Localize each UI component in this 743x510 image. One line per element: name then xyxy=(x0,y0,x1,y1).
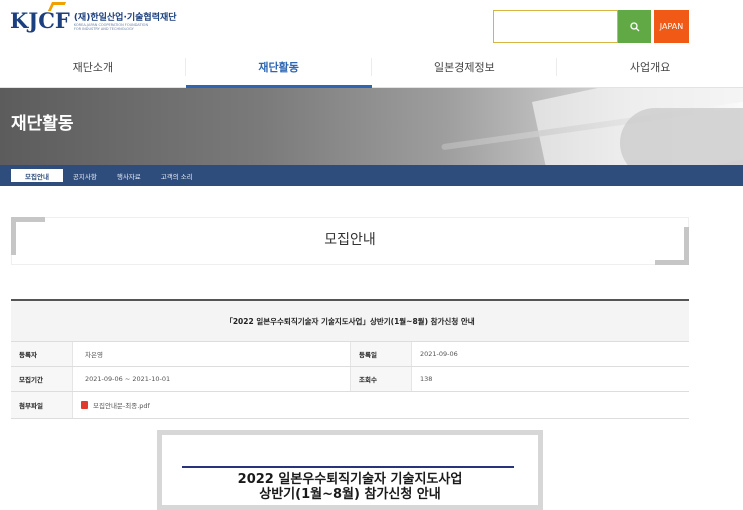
japan-language-button[interactable]: JAPAN xyxy=(654,10,689,43)
date-value: 2021-09-06 xyxy=(420,350,458,358)
pdf-file-icon xyxy=(81,401,88,409)
views-value: 138 xyxy=(420,375,433,383)
sub-nav: 모집안내 공지사항 행사자료 고객의 소리 xyxy=(0,165,743,186)
section-banner: 재단활동 xyxy=(0,88,743,165)
nav-item-japan-economy[interactable]: 일본경제정보 xyxy=(372,46,558,87)
logo-english-name-2: FOR INDUSTRY AND TECHNOLOGY xyxy=(73,27,134,31)
search-button[interactable] xyxy=(618,10,651,43)
logo-text: (재)한일산업·기술협력재단 KOREA-JAPAN COOPERATION F… xyxy=(74,10,177,31)
attachment-label: 첨부파일 xyxy=(11,392,73,418)
site-header: KJCF (재)한일산업·기술협력재단 KOREA-JAPAN COOPERAT… xyxy=(0,0,743,46)
author-value: 차은영 xyxy=(85,351,103,359)
main-nav: 재단소개 재단활동 일본경제정보 사업개요 xyxy=(0,46,743,88)
sub-nav-recruitment[interactable]: 모집안내 xyxy=(11,169,63,182)
table-row: 모집기간 2021-09-06 ~ 2021-10-01 조회수 138 xyxy=(11,367,689,392)
page-title-box: 모집안내 xyxy=(11,217,689,265)
table-row: 첨부파일 모집안내문-최종.pdf xyxy=(11,392,689,419)
date-label: 등록일 xyxy=(350,342,412,366)
banner-hand-image xyxy=(620,108,743,165)
views-label: 조회수 xyxy=(350,367,412,391)
post-title: 「2022 일본우수퇴직기술자 기술지도사업」상반기(1월~8월) 참가신청 안… xyxy=(11,301,689,342)
page-title: 모집안내 xyxy=(324,232,376,248)
post-detail-table: 「2022 일본우수퇴직기술자 기술지도사업」상반기(1월~8월) 참가신청 안… xyxy=(11,299,689,419)
author-label: 등록자 xyxy=(11,342,73,366)
attachment-value: 모집안내문-최종.pdf xyxy=(73,392,689,418)
period-value: 2021-09-06 ~ 2021-10-01 xyxy=(85,375,171,383)
sub-nav-customer-voice[interactable]: 고객의 소리 xyxy=(151,165,203,186)
period-label: 모집기간 xyxy=(11,367,73,391)
attachment-link[interactable]: 모집안내문-최종.pdf xyxy=(93,400,150,410)
logo-korean-name: (재)한일산업·기술협력재단 xyxy=(73,13,177,23)
search-input[interactable] xyxy=(493,10,618,43)
sub-nav-notices[interactable]: 공지사항 xyxy=(63,165,107,186)
banner-title: 재단활동 xyxy=(11,114,74,134)
search-icon xyxy=(629,21,639,31)
nav-item-about[interactable]: 재단소개 xyxy=(0,46,186,87)
attachment-preview: 2022 일본우수퇴직기술자 기술지도사업 상반기(1월~8월) 참가신청 안내 xyxy=(157,430,543,510)
logo-mark: KJCF xyxy=(10,2,70,33)
site-logo[interactable]: KJCF (재)한일산업·기술협력재단 KOREA-JAPAN COOPERAT… xyxy=(10,2,177,33)
sub-nav-event-materials[interactable]: 행사자료 xyxy=(107,165,151,186)
poster-title-line-2: 상반기(1월~8월) 참가신청 안내 xyxy=(259,487,441,502)
table-row: 등록자 차은영 등록일 2021-09-06 xyxy=(11,342,689,367)
logo-mark-text: KJCF xyxy=(10,8,70,33)
nav-item-business[interactable]: 사업개요 xyxy=(557,46,743,87)
nav-item-activities[interactable]: 재단활동 xyxy=(185,46,372,88)
